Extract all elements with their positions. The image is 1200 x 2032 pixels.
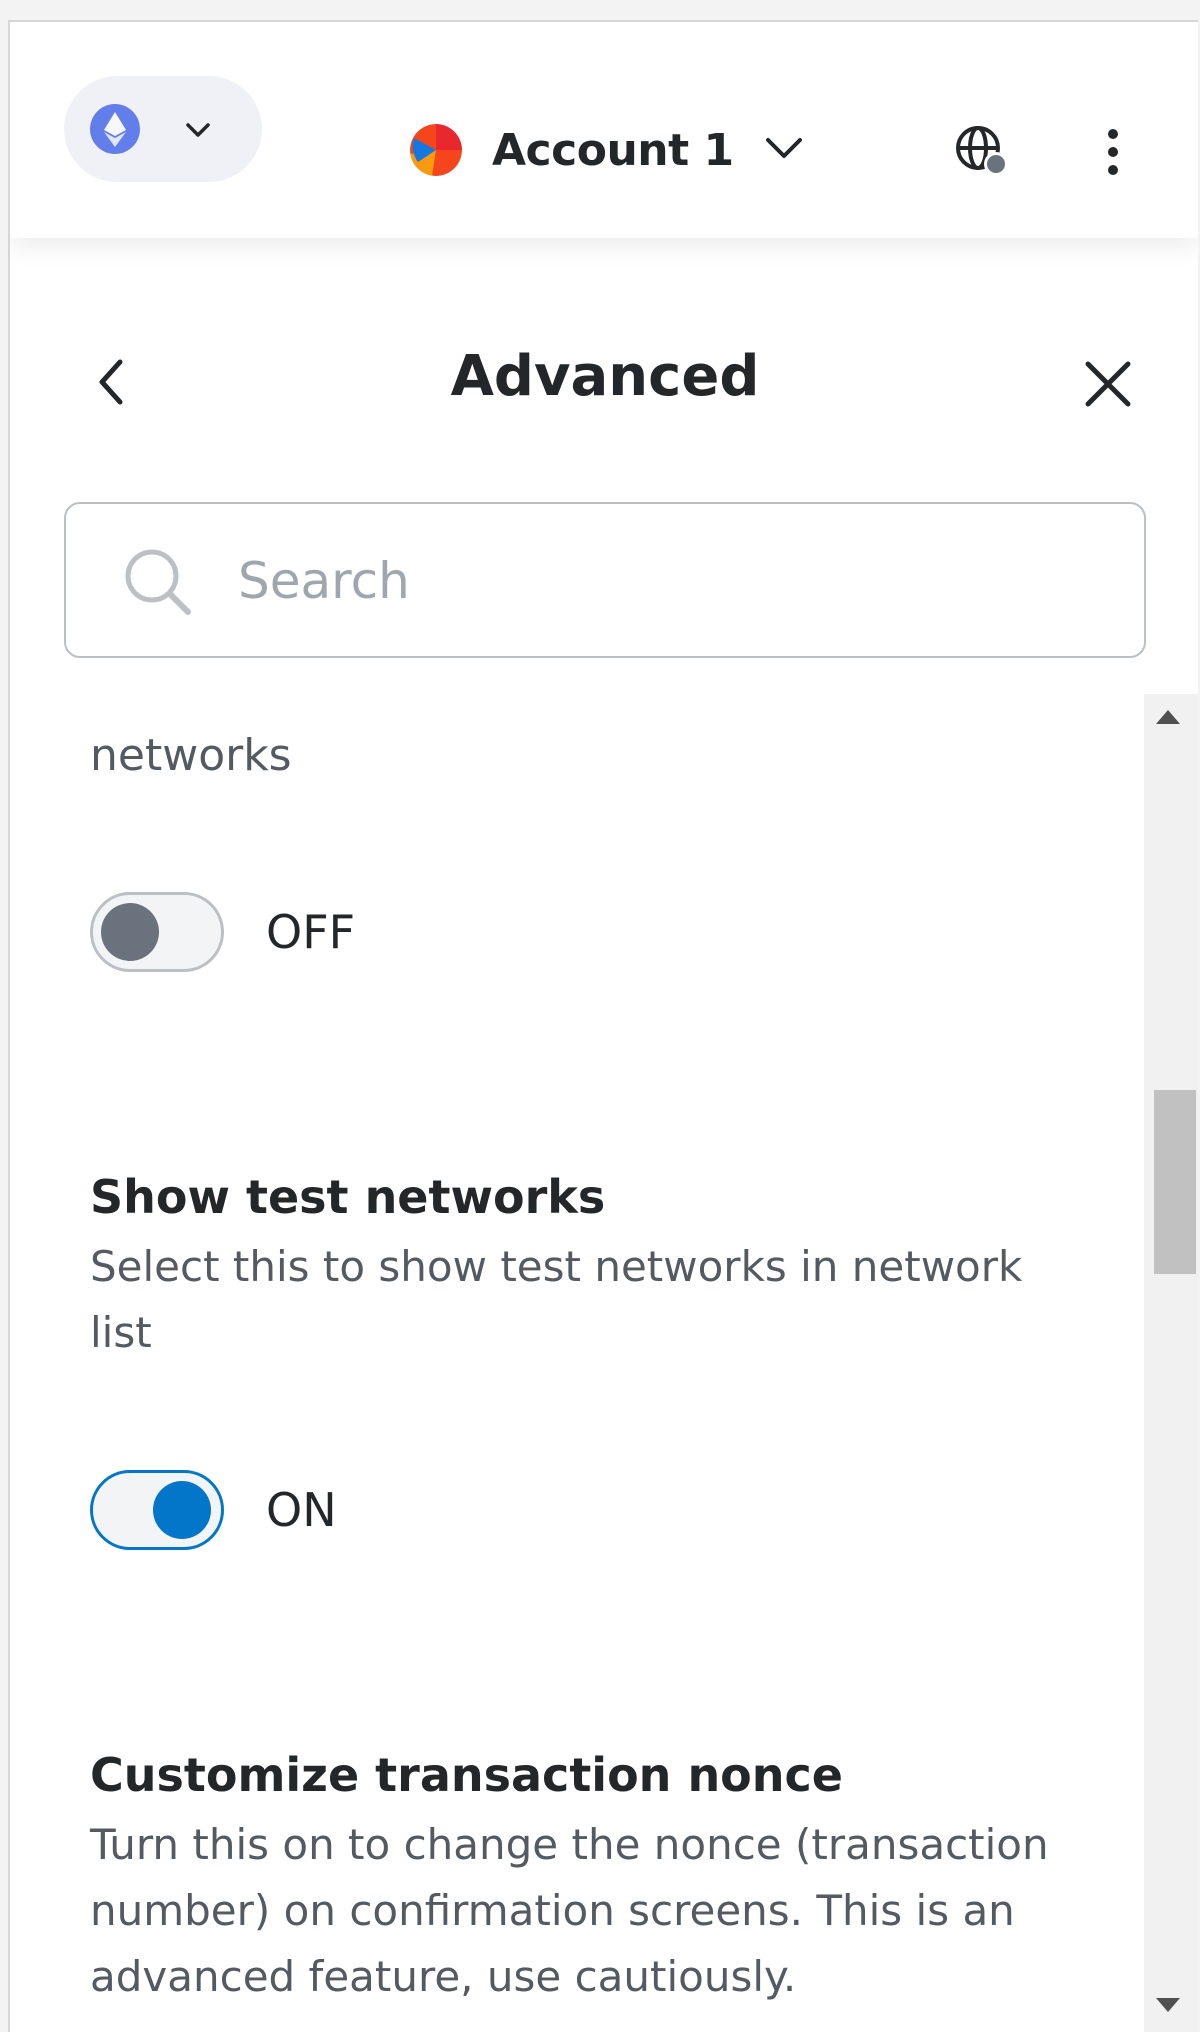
setting-toggle-row: OFF — [90, 892, 355, 972]
ethereum-icon — [90, 104, 140, 154]
scroll-up-arrow-icon[interactable] — [1156, 710, 1180, 724]
settings-list: networks OFF Show test networks Select t… — [10, 694, 1144, 2032]
account-picker-button[interactable]: Account 1 — [410, 118, 806, 182]
scrollbar-thumb[interactable] — [1154, 1090, 1196, 1274]
customize-nonce-description: Turn this on to change the nonce (transa… — [90, 1820, 1049, 2001]
customize-nonce-title: Customize transaction nonce — [90, 1748, 844, 1802]
extension-popup: Account 1 Advanced Search networks OFF S… — [8, 20, 1198, 2032]
kebab-menu-icon — [1108, 129, 1118, 175]
account-options-button[interactable] — [1088, 122, 1138, 186]
show-test-networks-title: Show test networks — [90, 1170, 606, 1224]
setting-description-fragment: networks — [90, 730, 292, 781]
settings-page-header: Advanced — [10, 322, 1198, 432]
show-test-networks-toggle[interactable] — [90, 1470, 224, 1550]
toggle-switch[interactable] — [90, 892, 224, 972]
search-icon — [122, 546, 194, 618]
page-title: Advanced — [450, 344, 760, 409]
toggle-state-label: ON — [266, 1483, 337, 1537]
show-test-networks-description: Select this to show test networks in net… — [90, 1242, 1023, 1357]
scroll-down-arrow-icon[interactable] — [1156, 1998, 1180, 2012]
close-button[interactable] — [1078, 354, 1138, 414]
toggle-state-label: OFF — [266, 905, 356, 959]
connected-sites-button[interactable] — [950, 120, 1014, 184]
network-picker-button[interactable] — [64, 76, 262, 182]
toggle-knob — [153, 1481, 211, 1539]
globe-icon — [956, 126, 1008, 176]
close-icon — [1085, 361, 1131, 407]
chevron-down-icon — [182, 114, 214, 150]
show-test-networks-toggle-row: ON — [90, 1470, 337, 1550]
account-name: Account 1 — [492, 124, 734, 176]
account-avatar-icon — [410, 124, 462, 176]
toggle-knob — [101, 903, 159, 961]
search-box — [64, 502, 1146, 658]
scrollbar[interactable] — [1144, 694, 1198, 2032]
chevron-down-icon — [762, 126, 806, 174]
app-header: Account 1 — [10, 22, 1198, 238]
search-input[interactable] — [236, 534, 1100, 628]
